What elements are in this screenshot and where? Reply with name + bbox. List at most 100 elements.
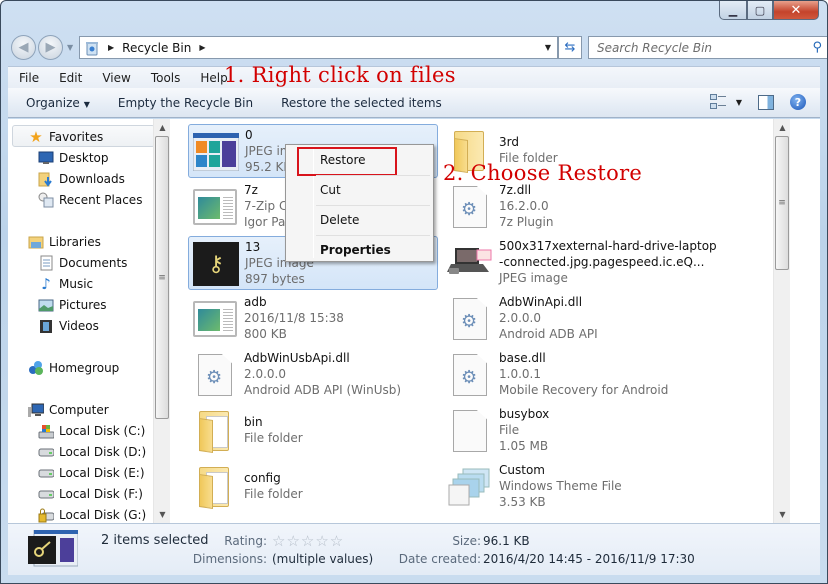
file-version: 16.2.0.0	[499, 199, 549, 213]
file-description: Mobile Recovery for Android	[499, 383, 669, 397]
navigation-pane: ★ Favorites Desktop Downloads Recent Plac…	[8, 119, 170, 525]
sidebar-item-local-disk-d[interactable]: Local Disk (D:)	[38, 442, 146, 462]
scroll-up-icon[interactable]: ▲	[154, 119, 171, 136]
sidebar-item-local-disk-g[interactable]: Local Disk (G:)	[38, 505, 146, 525]
breadcrumb-separator-icon: ▶	[108, 43, 115, 52]
back-button[interactable]: ◀	[11, 35, 36, 60]
file-name: 0	[245, 128, 253, 142]
sidebar-item-desktop[interactable]: Desktop	[38, 148, 109, 168]
rating-stars[interactable]: ☆☆☆☆☆	[272, 532, 344, 550]
file-item-adbwinusbapi-dll[interactable]: ⚙ AdbWinUsbApi.dll 2.0.0.0 Android ADB API…	[188, 348, 438, 402]
file-type: File folder	[244, 487, 303, 501]
preview-pane-icon[interactable]	[758, 94, 774, 110]
sidebar-item-documents[interactable]: Documents	[38, 253, 127, 273]
sidebar-item-local-disk-e[interactable]: Local Disk (E:)	[38, 463, 145, 483]
laptop-thumbnail-icon	[447, 241, 493, 285]
file-name: Custom	[499, 463, 545, 477]
hard-drive-icon	[38, 444, 54, 460]
documents-icon	[38, 255, 54, 271]
grip-icon: ≡	[778, 198, 786, 208]
file-name: base.dll	[499, 351, 546, 365]
refresh-icon: ⇆	[564, 40, 576, 55]
file-item-adbwinapi-dll[interactable]: ⚙ AdbWinApi.dll 2.0.0.0 Android ADB API	[443, 292, 693, 346]
sidebar-homegroup[interactable]: Homegroup	[28, 358, 119, 378]
maximize-button[interactable]: ▢	[747, 1, 773, 20]
context-menu-cut[interactable]: Cut	[320, 179, 341, 201]
forward-button[interactable]: ▶	[38, 35, 63, 60]
sidebar-item-local-disk-f[interactable]: Local Disk (F:)	[38, 484, 143, 504]
change-view-button[interactable]: ▼	[709, 94, 742, 110]
sidebar-computer[interactable]: Computer	[28, 400, 109, 420]
libraries-icon	[28, 234, 44, 250]
breadcrumb-chevron-icon[interactable]: ▶	[199, 43, 205, 52]
sidebar-item-label: Downloads	[59, 172, 125, 186]
sidebar-item-downloads[interactable]: Downloads	[38, 169, 125, 189]
command-bar: Organize ▼ Empty the Recycle Bin Restore …	[8, 88, 820, 118]
sidebar-item-videos[interactable]: Videos	[38, 316, 99, 336]
blank-file-icon	[447, 409, 493, 453]
file-item-external-hard-drive-jpg[interactable]: 500x317xexternal-hard-drive-laptop -conne…	[443, 236, 743, 290]
file-item-config[interactable]: config File folder	[188, 460, 438, 514]
sidebar-item-pictures[interactable]: Pictures	[38, 295, 107, 315]
menu-file[interactable]: File	[8, 71, 49, 85]
context-menu-delete[interactable]: Delete	[320, 209, 359, 231]
menu-tools[interactable]: Tools	[141, 71, 191, 85]
sidebar-favorites-label: Favorites	[49, 130, 104, 144]
sidebar-item-label: Videos	[59, 319, 99, 333]
refresh-button[interactable]: ⇆	[558, 36, 582, 59]
scrollbar-thumb[interactable]: ≡	[775, 136, 789, 270]
address-dropdown-icon[interactable]: ▼	[545, 43, 551, 52]
file-item-partial[interactable]	[188, 516, 438, 523]
homegroup-icon	[28, 360, 44, 376]
grip-icon: ≡	[158, 272, 166, 283]
videos-icon	[38, 318, 54, 334]
sidebar-item-label: Pictures	[59, 298, 107, 312]
chevron-down-icon: ▼	[735, 97, 742, 107]
restore-selected-items-button[interactable]: Restore the selected items	[267, 96, 456, 110]
jpeg-thumbnail-icon	[193, 130, 239, 174]
scroll-down-icon[interactable]: ▼	[774, 506, 790, 523]
sidebar-item-recent-places[interactable]: Recent Places	[38, 190, 142, 210]
file-list-scrollbar[interactable]: ▲ ≡ ▼	[773, 119, 790, 523]
empty-recycle-bin-button[interactable]: Empty the Recycle Bin	[104, 96, 267, 110]
folder-icon	[192, 465, 238, 509]
recent-pages-dropdown[interactable]: ▼	[67, 43, 73, 52]
close-button[interactable]: ✕	[773, 1, 819, 20]
file-item-7z-dll[interactable]: ⚙ 7z.dll 16.2.0.0 7z Plugin	[443, 180, 693, 234]
help-icon[interactable]: ?	[790, 94, 806, 110]
file-name: busybox	[499, 407, 550, 421]
search-input[interactable]: Search Recycle Bin ⚲	[588, 36, 827, 59]
search-icon[interactable]: ⚲	[812, 40, 822, 55]
scrollbar-thumb[interactable]: ≡	[155, 136, 169, 419]
folder-icon	[192, 409, 238, 453]
minimize-button[interactable]: ▁	[719, 1, 747, 20]
breadcrumb-recycle-bin[interactable]: Recycle Bin	[122, 41, 191, 55]
organize-button[interactable]: Organize ▼	[8, 96, 104, 110]
address-bar[interactable]: ▶ Recycle Bin ▶ ▼	[79, 36, 558, 59]
sidebar-item-music[interactable]: ♪ Music	[38, 274, 93, 294]
context-menu-properties[interactable]: Properties	[320, 239, 391, 261]
sidebar-favorites[interactable]: ★ Favorites	[28, 127, 103, 147]
navigation-pane-scrollbar[interactable]: ▲ ≡ ▼	[153, 119, 170, 523]
file-item-partial[interactable]	[443, 516, 693, 523]
application-icon	[192, 185, 238, 229]
file-item-custom-theme[interactable]: Custom Windows Theme File 3.53 KB	[443, 460, 693, 514]
context-menu-restore[interactable]: Restore	[320, 149, 366, 171]
sidebar-item-label: Desktop	[59, 151, 109, 165]
file-item-base-dll[interactable]: ⚙ base.dll 1.0.0.1 Mobile Recovery for And…	[443, 348, 693, 402]
scroll-up-icon[interactable]: ▲	[774, 119, 790, 136]
menu-view[interactable]: View	[92, 71, 140, 85]
file-type: Windows Theme File	[499, 479, 622, 493]
file-description: Android ADB API (WinUsb)	[244, 383, 402, 397]
menu-edit[interactable]: Edit	[49, 71, 92, 85]
scroll-down-icon[interactable]: ▼	[154, 506, 171, 523]
application-icon	[192, 297, 238, 341]
file-item-bin[interactable]: bin File folder	[188, 404, 438, 458]
file-item-adb[interactable]: adb 2016/11/8 15:38 800 KB	[188, 292, 438, 346]
sidebar-item-local-disk-c[interactable]: Local Disk (C:)	[38, 421, 145, 441]
computer-icon	[28, 402, 44, 418]
pictures-icon	[38, 297, 54, 313]
sidebar-libraries[interactable]: Libraries	[28, 232, 101, 252]
file-item-busybox[interactable]: busybox File 1.05 MB	[443, 404, 693, 458]
file-version: 2.0.0.0	[244, 367, 286, 381]
